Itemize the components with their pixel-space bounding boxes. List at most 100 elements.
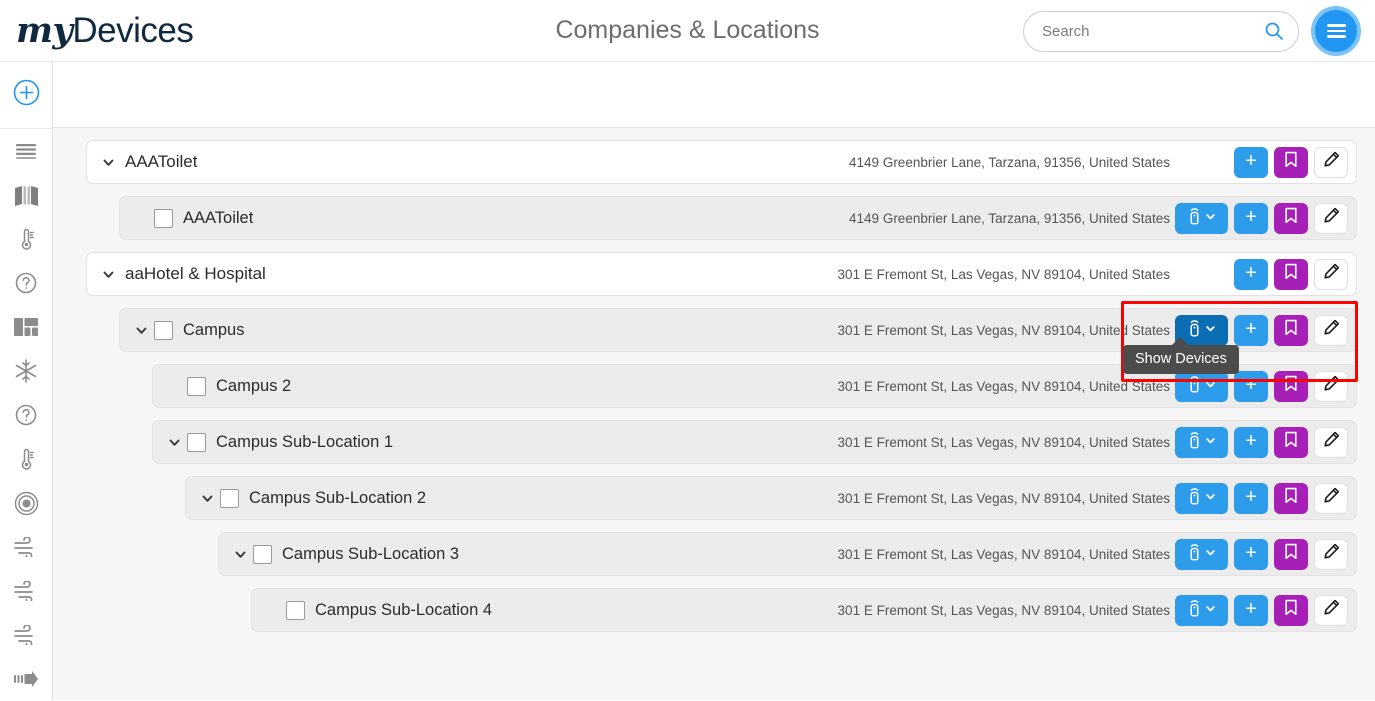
chevron-down-icon[interactable] [95, 155, 121, 170]
sidebar-item-help-1[interactable] [0, 261, 52, 305]
app-logo[interactable]: myDevices [16, 13, 193, 48]
wind-icon [13, 537, 39, 557]
edit-button[interactable] [1314, 483, 1348, 514]
sidebar-item-wind-1[interactable] [0, 525, 52, 569]
show-devices-button[interactable] [1175, 483, 1228, 514]
bookmark-button[interactable] [1274, 539, 1308, 570]
sidebar-add-button[interactable] [0, 62, 52, 129]
add-location-button[interactable]: + [1234, 147, 1268, 178]
row-checkbox[interactable] [286, 601, 305, 620]
add-location-button[interactable]: + [1234, 595, 1268, 626]
add-location-button[interactable]: + [1234, 259, 1268, 290]
bookmark-button[interactable] [1274, 203, 1308, 234]
tree-row[interactable]: Campus Sub-Location 1301 E Fremont St, L… [152, 420, 1357, 464]
add-location-button[interactable]: + [1234, 483, 1268, 514]
bookmark-button[interactable] [1274, 315, 1308, 346]
bookmark-icon [1284, 319, 1298, 341]
row-address: 301 E Fremont St, Las Vegas, NV 89104, U… [838, 547, 1170, 562]
bookmark-icon [1284, 431, 1298, 453]
chevron-down-icon[interactable] [95, 267, 121, 282]
sidebar-item-wind-3[interactable] [0, 613, 52, 657]
chevron-down-icon[interactable] [128, 323, 154, 338]
row-checkbox[interactable] [187, 433, 206, 452]
add-location-button[interactable]: + [1234, 539, 1268, 570]
edit-button[interactable] [1314, 539, 1348, 570]
row-checkbox[interactable] [187, 377, 206, 396]
add-location-button[interactable]: + [1234, 427, 1268, 458]
bookmark-button[interactable] [1274, 147, 1308, 178]
chevron-down-icon[interactable] [194, 491, 220, 506]
sidebar-item-help-2[interactable] [0, 393, 52, 437]
row-checkbox[interactable] [154, 209, 173, 228]
content-toolbar-strip [53, 62, 1375, 128]
show-devices-button[interactable] [1175, 539, 1228, 570]
row-checkbox[interactable] [220, 489, 239, 508]
wind-icon [13, 625, 39, 645]
pencil-icon [1323, 487, 1340, 509]
sidebar-item-wind-2[interactable] [0, 569, 52, 613]
edit-button[interactable] [1314, 259, 1348, 290]
search-input[interactable] [1042, 23, 1264, 40]
tree-row[interactable]: aaHotel & Hospital 301 E Fremont St, Las … [86, 252, 1357, 296]
chevron-down-icon [1205, 433, 1216, 451]
sidebar-item-dashboard[interactable] [0, 305, 52, 349]
edit-button[interactable] [1314, 371, 1348, 402]
hamburger-line [1327, 35, 1346, 38]
row-address: 301 E Fremont St, Las Vegas, NV 89104, U… [838, 379, 1170, 394]
dashboard-grid-icon [13, 317, 39, 337]
row-checkbox[interactable] [253, 545, 272, 564]
plus-icon: + [1245, 431, 1257, 451]
edit-button[interactable] [1314, 427, 1348, 458]
tree-row[interactable]: AAAToilet4149 Greenbrier Lane, Tarzana, … [86, 140, 1357, 184]
bookmark-button[interactable] [1274, 483, 1308, 514]
search-box[interactable] [1023, 11, 1299, 52]
chevron-down-icon[interactable] [227, 547, 253, 562]
bookmark-button[interactable] [1274, 427, 1308, 458]
edit-button[interactable] [1314, 147, 1348, 178]
bookmark-icon [1284, 543, 1298, 565]
add-location-button[interactable]: + [1234, 315, 1268, 346]
row-label: aaHotel & Hospital [125, 264, 266, 284]
row-actions: + [1175, 371, 1348, 402]
edit-button[interactable] [1314, 595, 1348, 626]
sidebar-item-radio[interactable] [0, 481, 52, 525]
tree-row[interactable]: Campus Sub-Location 2301 E Fremont St, L… [185, 476, 1357, 520]
tree-row[interactable]: AAAToilet4149 Greenbrier Lane, Tarzana, … [119, 196, 1357, 240]
tree-row[interactable]: Campus Sub-Location 3301 E Fremont St, L… [218, 532, 1357, 576]
row-label: Campus Sub-Location 4 [315, 601, 492, 620]
logo-my-text: my [16, 10, 72, 51]
tree-row[interactable]: Campus Sub-Location 4301 E Fremont St, L… [251, 588, 1357, 632]
sidebar-item-temperature[interactable] [0, 217, 52, 261]
row-label: AAAToilet [183, 209, 253, 228]
sidebar-item-snowflake[interactable] [0, 349, 52, 393]
show-devices-button[interactable] [1175, 371, 1228, 402]
chevron-down-icon[interactable] [161, 435, 187, 450]
sidebar-item-expand[interactable] [0, 657, 52, 701]
sidebar-item-temperature-2[interactable] [0, 437, 52, 481]
bookmark-button[interactable] [1274, 595, 1308, 626]
plus-icon: + [1245, 319, 1257, 339]
add-location-button[interactable]: + [1234, 203, 1268, 234]
sidebar-item-list[interactable] [0, 129, 52, 173]
hamburger-menu-icon[interactable] [1311, 6, 1361, 56]
plus-circle-icon[interactable] [13, 79, 40, 111]
row-label: Campus Sub-Location 2 [249, 489, 426, 508]
list-menu-icon [15, 142, 37, 160]
search-icon[interactable] [1264, 21, 1284, 41]
question-circle-icon [14, 271, 38, 295]
hamburger-line [1327, 30, 1346, 33]
row-address: 301 E Fremont St, Las Vegas, NV 89104, U… [838, 267, 1170, 282]
row-actions: + [1234, 259, 1348, 290]
row-checkbox[interactable] [154, 321, 173, 340]
bookmark-button[interactable] [1274, 259, 1308, 290]
sidebar-item-map[interactable] [0, 173, 52, 217]
add-location-button[interactable]: + [1234, 371, 1268, 402]
show-devices-button[interactable] [1175, 427, 1228, 458]
show-devices-button[interactable] [1175, 203, 1228, 234]
row-actions: + [1175, 203, 1348, 234]
header-right-group [1023, 0, 1361, 62]
edit-button[interactable] [1314, 203, 1348, 234]
edit-button[interactable] [1314, 315, 1348, 346]
bookmark-button[interactable] [1274, 371, 1308, 402]
show-devices-button[interactable] [1175, 595, 1228, 626]
